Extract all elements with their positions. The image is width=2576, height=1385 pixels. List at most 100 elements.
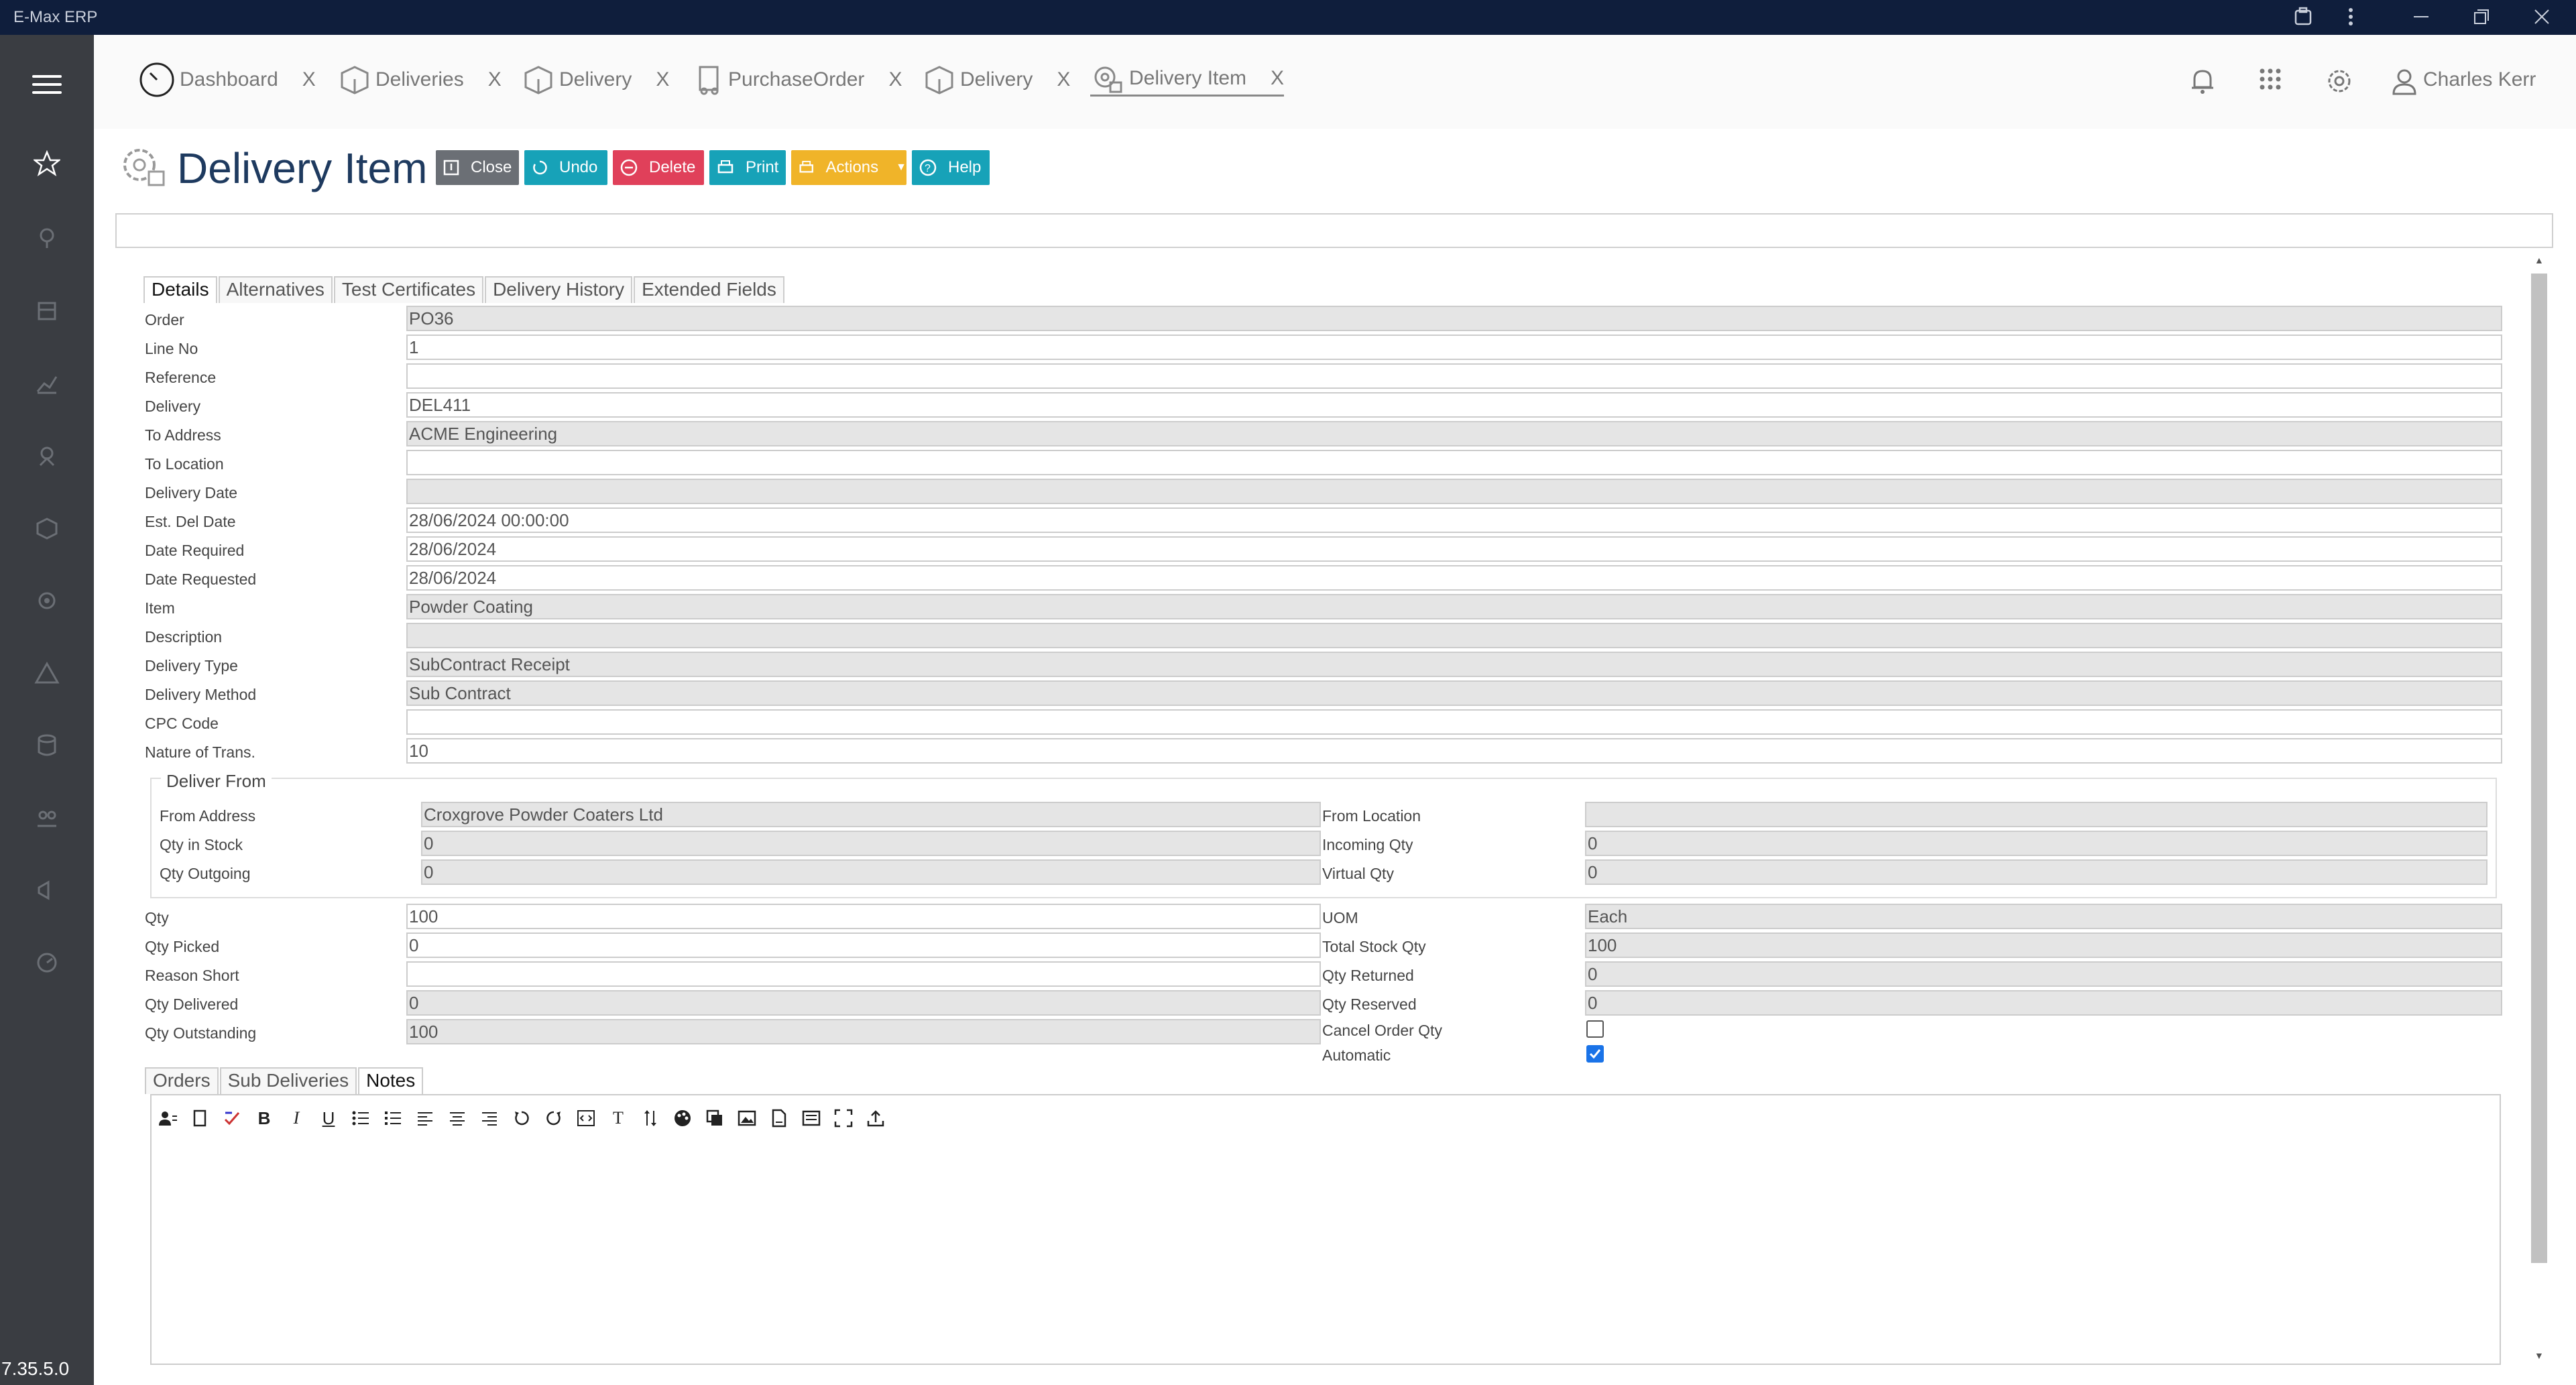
tab-close-icon[interactable]: X xyxy=(1271,67,1284,90)
production-gear-icon[interactable] xyxy=(34,587,60,614)
cancel-order-qty-checkbox[interactable] xyxy=(1586,1020,1604,1038)
inventory-box-icon[interactable] xyxy=(34,515,60,542)
description-field[interactable] xyxy=(406,623,2502,648)
to-location-field[interactable] xyxy=(406,450,2502,475)
tab-notes[interactable]: Notes xyxy=(358,1067,424,1094)
restore-icon[interactable] xyxy=(2471,7,2492,27)
total-stock-qty-field[interactable]: 100 xyxy=(1585,932,2502,958)
tab-purchase-order[interactable]: PurchaseOrder X xyxy=(695,63,902,97)
scroll-up-icon[interactable]: ▲ xyxy=(2534,255,2544,265)
redo-icon[interactable] xyxy=(540,1106,567,1130)
tab-delivery[interactable]: Delivery X xyxy=(522,63,669,97)
qty-delivered-field[interactable]: 0 xyxy=(406,990,1321,1016)
italic-icon[interactable]: I xyxy=(283,1106,310,1130)
tab-close-icon[interactable]: X xyxy=(656,68,669,91)
line-no-field[interactable]: 1 xyxy=(406,335,2502,360)
tab-close-icon[interactable]: X xyxy=(302,68,316,91)
tab-sub-deliveries[interactable]: Sub Deliveries xyxy=(219,1067,357,1094)
align-left-icon[interactable] xyxy=(412,1106,438,1130)
vertical-scrollbar[interactable]: ▲ ▼ xyxy=(2529,252,2549,1365)
extension-icon[interactable] xyxy=(2292,5,2315,28)
scroll-down-icon[interactable]: ▼ xyxy=(2534,1350,2544,1361)
numbered-list-icon[interactable] xyxy=(379,1106,406,1130)
minimize-icon[interactable] xyxy=(2411,7,2431,27)
close-button[interactable]: Close xyxy=(436,150,519,185)
tab-extended-fields[interactable]: Extended Fields xyxy=(634,276,784,303)
more-vert-icon[interactable] xyxy=(2344,5,2357,28)
qty-outstanding-field[interactable]: 100 xyxy=(406,1019,1321,1044)
tab-alternatives[interactable]: Alternatives xyxy=(218,276,333,303)
nature-of-trans-field[interactable]: 10 xyxy=(406,738,2502,764)
upload-icon[interactable] xyxy=(862,1106,889,1130)
purchasing-icon[interactable] xyxy=(34,442,60,469)
print-button[interactable]: Print xyxy=(709,150,786,185)
delivery-type-field[interactable]: SubContract Receipt xyxy=(406,652,2502,677)
delete-button[interactable]: Delete xyxy=(613,150,704,185)
contact-icon[interactable] xyxy=(154,1106,181,1130)
date-required-field[interactable]: 28/06/2024 xyxy=(406,536,2502,562)
line-height-icon[interactable] xyxy=(637,1106,664,1130)
bullet-list-icon[interactable] xyxy=(347,1106,374,1130)
copy-format-icon[interactable] xyxy=(701,1106,728,1130)
delivery-date-field[interactable] xyxy=(406,479,2502,504)
tab-deliveries[interactable]: Deliveries X xyxy=(338,63,502,97)
tab-delivery-history[interactable]: Delivery History xyxy=(485,276,633,303)
underline-icon[interactable]: U xyxy=(315,1106,342,1130)
marketing-megaphone-icon[interactable] xyxy=(34,877,60,904)
qty-returned-field[interactable]: 0 xyxy=(1585,961,2502,987)
file-icon[interactable] xyxy=(766,1106,793,1130)
text-format-icon[interactable]: T xyxy=(605,1106,632,1130)
favorites-star-icon[interactable] xyxy=(34,150,60,177)
database-icon[interactable] xyxy=(34,732,60,759)
user-name[interactable]: Charles Kerr xyxy=(2423,68,2536,91)
date-requested-field[interactable]: 28/06/2024 xyxy=(406,565,2502,591)
scrollbar-thumb[interactable] xyxy=(2531,274,2547,1263)
tab-close-icon[interactable]: X xyxy=(488,68,502,91)
to-address-field[interactable]: ACME Engineering xyxy=(406,421,2502,446)
tab-close-icon[interactable]: X xyxy=(888,68,902,91)
est-del-date-field[interactable]: 28/06/2024 00:00:00 xyxy=(406,507,2502,533)
delivery-field[interactable]: DEL411 xyxy=(406,392,2502,418)
tab-dashboard[interactable]: Dashboard X xyxy=(138,62,316,97)
item-field[interactable]: Powder Coating xyxy=(406,594,2502,619)
quality-warning-icon[interactable] xyxy=(34,660,60,686)
tab-details[interactable]: Details xyxy=(143,276,217,303)
tab-delivery-2[interactable]: Delivery X xyxy=(923,63,1070,97)
from-location-field[interactable] xyxy=(1585,802,2487,827)
hr-people-icon[interactable] xyxy=(34,804,60,831)
qty-field[interactable]: 100 xyxy=(406,904,1321,929)
tab-orders[interactable]: Orders xyxy=(145,1067,219,1094)
cpc-code-field[interactable] xyxy=(406,709,2502,735)
automatic-checkbox[interactable] xyxy=(1586,1045,1604,1063)
spellcheck-icon[interactable] xyxy=(219,1106,245,1130)
color-palette-icon[interactable] xyxy=(669,1106,696,1130)
qty-in-stock-field[interactable]: 0 xyxy=(421,831,1321,856)
reports-chart-icon[interactable] xyxy=(34,370,60,397)
help-button[interactable]: ? Help xyxy=(912,150,990,185)
actions-button[interactable]: Actions ▼ xyxy=(791,150,906,185)
reference-field[interactable] xyxy=(406,363,2502,389)
uom-field[interactable]: Each xyxy=(1585,904,2502,929)
apps-grid-icon[interactable] xyxy=(2257,66,2284,93)
dropdown-caret-icon[interactable]: ▼ xyxy=(896,162,906,174)
close-window-icon[interactable] xyxy=(2532,7,2552,27)
crm-icon[interactable] xyxy=(34,224,60,251)
from-address-field[interactable]: Croxgrove Powder Coaters Ltd xyxy=(421,802,1321,827)
notification-bell-icon[interactable] xyxy=(2187,66,2218,97)
align-center-icon[interactable] xyxy=(444,1106,471,1130)
image-icon[interactable] xyxy=(734,1106,760,1130)
virtual-qty-field[interactable]: 0 xyxy=(1585,859,2487,885)
fullscreen-icon[interactable] xyxy=(830,1106,857,1130)
undo-button[interactable]: Undo xyxy=(524,150,607,185)
sales-icon[interactable] xyxy=(34,298,60,324)
qty-outgoing-field[interactable]: 0 xyxy=(421,859,1321,885)
delivery-method-field[interactable]: Sub Contract xyxy=(406,680,2502,706)
reason-short-field[interactable] xyxy=(406,961,1321,987)
template-icon[interactable] xyxy=(798,1106,825,1130)
notes-editor[interactable] xyxy=(150,1094,2501,1365)
order-field[interactable]: PO36 xyxy=(406,306,2502,331)
align-right-icon[interactable] xyxy=(476,1106,503,1130)
tab-test-certificates[interactable]: Test Certificates xyxy=(333,276,484,303)
user-avatar-icon[interactable] xyxy=(2390,67,2419,97)
qty-reserved-field[interactable]: 0 xyxy=(1585,990,2502,1016)
